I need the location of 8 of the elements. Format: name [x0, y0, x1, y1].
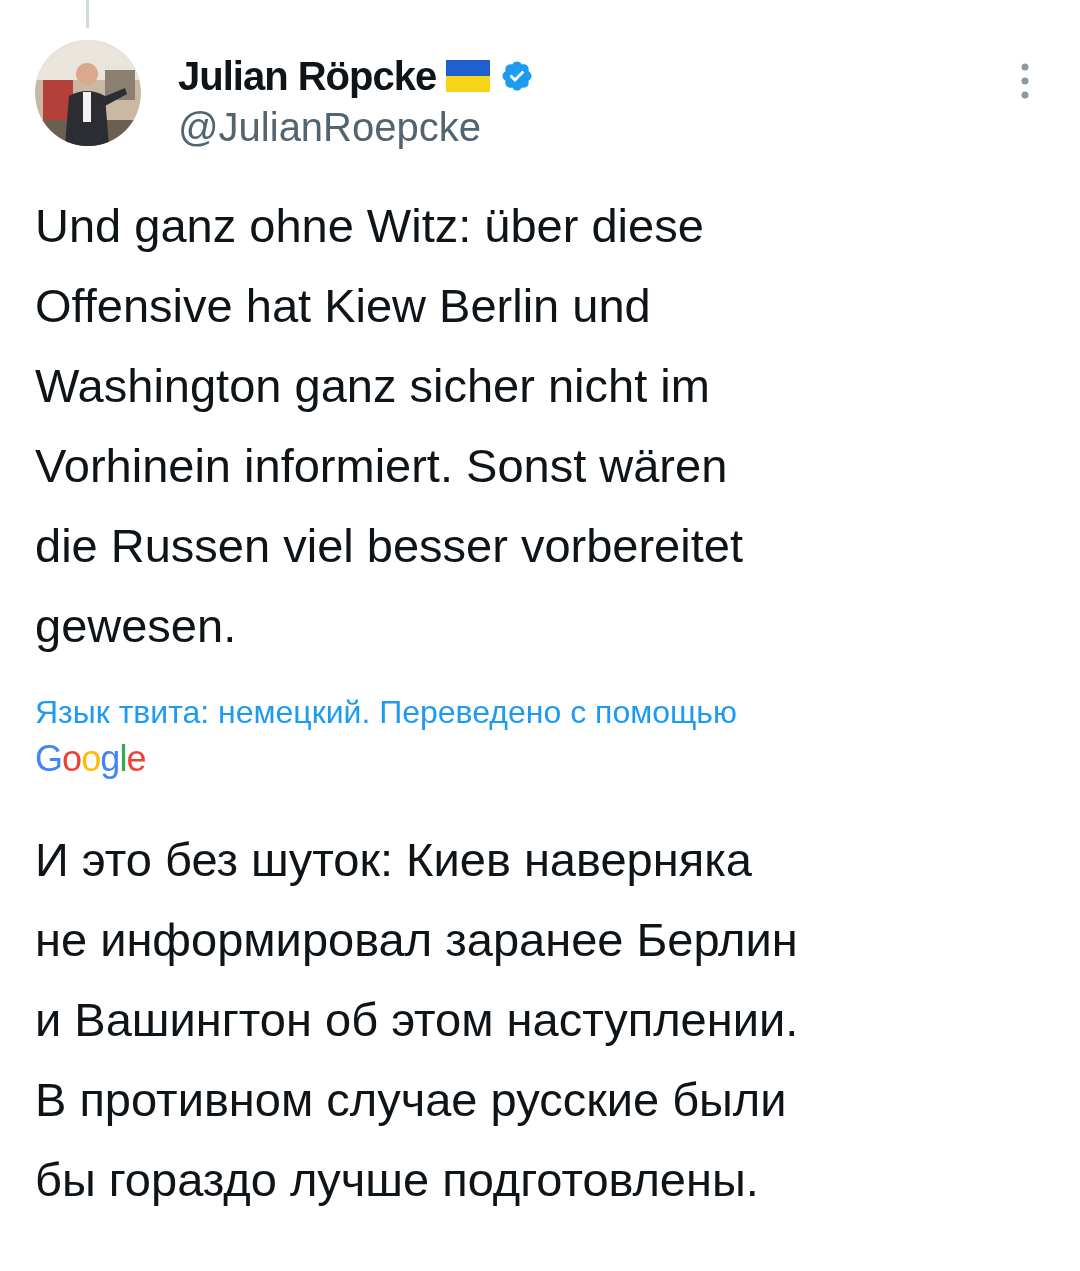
display-name[interactable]: Julian Röpcke [178, 52, 437, 100]
tweet-text: Und ganz ohne Witz: über diese Offensive hat Kiew Berlin und Washington ganz sicher nicht im Vorhinein informiert. Sonst wären die Russen viel besser vorbereitet gewesen. [35, 198, 744, 654]
user-handle[interactable]: @JulianRoepcke [178, 102, 535, 152]
translated-text: И это без шуток: Киев наверняка не информировал заранее Берлин и Вашингтон об этом наступлении. В противном случае русские были бы гораздо лучше подготовлены. [35, 832, 800, 1208]
translation-note: Язык твита: немецкий. Переведено с помощью [35, 693, 738, 732]
flag-icon [446, 60, 491, 92]
more-options-icon[interactable] [1020, 62, 1030, 100]
google-logo[interactable]: Google [35, 736, 146, 782]
